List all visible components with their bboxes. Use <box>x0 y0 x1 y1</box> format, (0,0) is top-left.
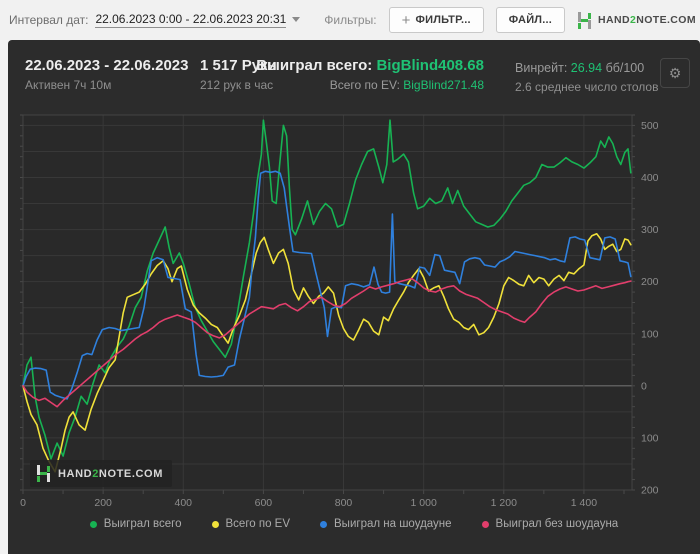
file-filter-button[interactable]: ФАЙЛ... <box>495 7 565 33</box>
svg-text:0: 0 <box>641 380 647 392</box>
session-report-panel: 22.06.2023 - 22.06.2023 Активен 7ч 10м 1… <box>8 40 700 554</box>
svg-text:600: 600 <box>255 497 273 509</box>
svg-text:200: 200 <box>641 485 659 497</box>
legend-dot-non-showdown <box>481 520 489 528</box>
hand2note-watermark-icon <box>37 465 50 482</box>
watermark-text: HAND2NOTE.COM <box>58 467 163 480</box>
chart-watermark: HAND2NOTE.COM <box>30 460 172 487</box>
plus-icon: + <box>401 11 411 29</box>
legend-dot-ev <box>211 520 219 528</box>
svg-text:0: 0 <box>20 497 26 509</box>
svg-text:200: 200 <box>641 276 659 288</box>
svg-text:500: 500 <box>641 120 659 132</box>
legend-item-ev[interactable]: Всего по EV <box>211 518 290 530</box>
svg-text:1 400: 1 400 <box>571 497 597 509</box>
legend-dot-showdown <box>320 520 328 528</box>
svg-text:400: 400 <box>641 172 659 184</box>
add-filter-button[interactable]: + ФИЛЬТР... <box>388 7 484 33</box>
hand2note-brand: HAND2NOTE.COM <box>577 0 696 40</box>
svg-text:100: 100 <box>641 432 659 444</box>
legend-item-non-showdown[interactable]: Выиграл без шоудауна <box>481 518 618 530</box>
chart-legend: Выиграл всего Всего по EV Выиграл на шоу… <box>8 513 700 535</box>
hand2note-logo-icon <box>578 11 592 29</box>
svg-text:200: 200 <box>94 497 112 509</box>
svg-text:1 200: 1 200 <box>491 497 517 509</box>
brand-text: HAND2NOTE.COM <box>598 14 696 26</box>
svg-text:300: 300 <box>641 224 659 236</box>
interval-date-dropdown[interactable]: 22.06.2023 0:00 - 22.06.2023 20:31 <box>95 12 287 28</box>
legend-item-showdown[interactable]: Выиграл на шоудауне <box>320 518 452 530</box>
svg-text:800: 800 <box>335 497 353 509</box>
add-filter-button-label: ФИЛЬТР... <box>415 14 471 26</box>
interval-label: Интервал дат: <box>9 13 89 27</box>
svg-text:400: 400 <box>174 497 192 509</box>
top-toolbar: Интервал дат: 22.06.2023 0:00 - 22.06.20… <box>0 0 700 40</box>
legend-item-won-total[interactable]: Выиграл всего <box>89 518 182 530</box>
file-filter-button-label: ФАЙЛ... <box>508 14 552 26</box>
legend-dot-won-total <box>89 520 97 528</box>
chevron-down-icon[interactable] <box>292 17 301 22</box>
svg-text:1 000: 1 000 <box>411 497 437 509</box>
filters-label: Фильтры: <box>324 13 377 27</box>
svg-text:100: 100 <box>641 328 659 340</box>
